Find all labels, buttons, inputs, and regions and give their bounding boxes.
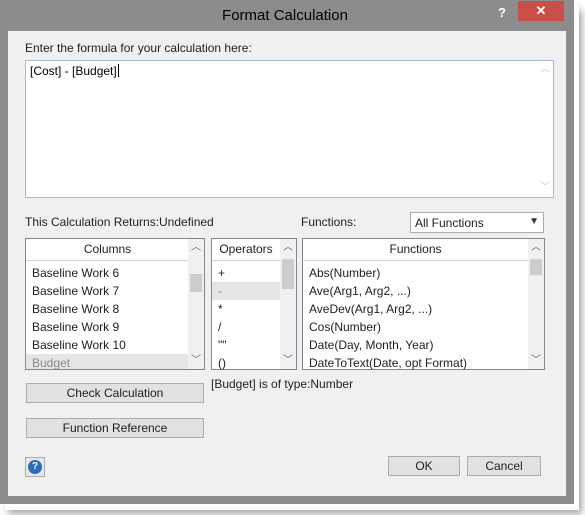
- scroll-down-icon[interactable]: ﹀: [537, 182, 553, 194]
- list-item[interactable]: Date(Day, Month, Year): [303, 336, 528, 354]
- list-item[interactable]: "": [212, 336, 280, 354]
- scroll-down-icon[interactable]: ﹀: [280, 355, 296, 367]
- formula-text: [Cost] - [Budget]: [30, 64, 117, 78]
- scroll-up-icon[interactable]: ︿: [188, 242, 204, 254]
- list-item[interactable]: /: [212, 318, 280, 336]
- returns-value: Undefined: [159, 215, 214, 229]
- operators-header: Operators: [212, 239, 280, 261]
- help-icon: ?: [28, 460, 42, 474]
- functions-filter-label: Functions:: [301, 215, 357, 229]
- columns-scrollbar[interactable]: ︿ ﹀: [188, 239, 204, 369]
- formula-editor[interactable]: [Cost] - [Budget] ︿ ﹀: [25, 60, 554, 198]
- check-calculation-button[interactable]: Check Calculation: [26, 383, 204, 403]
- type-info: [Budget] is of type:Number: [211, 377, 354, 391]
- list-item[interactable]: (): [212, 354, 280, 370]
- scroll-thumb[interactable]: [530, 259, 542, 275]
- list-item[interactable]: AveDev(Arg1, Arg2, ...): [303, 300, 528, 318]
- list-item-selected[interactable]: -: [212, 282, 280, 300]
- dialog-title: Format Calculation: [222, 7, 348, 24]
- chevron-down-icon: ▼: [529, 216, 539, 227]
- title-bar[interactable]: Format Calculation ? ✕: [0, 0, 574, 31]
- functions-header: Functions: [303, 239, 528, 261]
- function-reference-button[interactable]: Function Reference: [26, 418, 204, 438]
- columns-header: Columns: [26, 239, 189, 261]
- functions-filter-select[interactable]: All Functions ▼: [410, 212, 544, 233]
- scroll-up-icon[interactable]: ︿: [280, 242, 296, 254]
- scroll-down-icon[interactable]: ﹀: [528, 355, 544, 367]
- list-item[interactable]: Baseline Work 6: [26, 264, 189, 282]
- scroll-up-icon[interactable]: ︿: [528, 242, 544, 254]
- list-item[interactable]: Cos(Number): [303, 318, 528, 336]
- list-item[interactable]: *: [212, 300, 280, 318]
- scroll-down-icon[interactable]: ﹀: [188, 355, 204, 367]
- scroll-thumb[interactable]: [190, 274, 202, 292]
- close-button[interactable]: ✕: [518, 1, 564, 21]
- operators-scrollbar[interactable]: ︿ ﹀: [280, 239, 296, 369]
- list-item[interactable]: Baseline Work 7: [26, 282, 189, 300]
- list-item[interactable]: DateToText(Date, opt Format): [303, 354, 528, 370]
- columns-list[interactable]: Columns Baseline Work 6 Baseline Work 7 …: [25, 238, 205, 370]
- list-item[interactable]: Baseline Work 9: [26, 318, 189, 336]
- scroll-up-icon[interactable]: ︿: [537, 64, 553, 76]
- format-calculation-dialog: Format Calculation ? ✕ Enter the formula…: [0, 0, 574, 504]
- list-item-selected[interactable]: Budget: [26, 354, 189, 370]
- functions-scrollbar[interactable]: ︿ ﹀: [528, 239, 544, 369]
- list-item[interactable]: Ave(Arg1, Arg2, ...): [303, 282, 528, 300]
- formula-scrollbar[interactable]: ︿ ﹀: [537, 61, 553, 197]
- ok-button[interactable]: OK: [388, 456, 460, 476]
- list-item[interactable]: Abs(Number): [303, 264, 528, 282]
- formula-prompt: Enter the formula for your calculation h…: [25, 41, 252, 55]
- cancel-button[interactable]: Cancel: [467, 456, 541, 476]
- functions-filter-value: All Functions: [415, 216, 484, 230]
- functions-list[interactable]: Functions Abs(Number) Ave(Arg1, Arg2, ..…: [302, 238, 545, 370]
- scroll-thumb[interactable]: [282, 259, 294, 289]
- operators-list[interactable]: Operators + - * / "" () ︿ ﹀: [211, 238, 297, 370]
- text-caret: [117, 64, 119, 77]
- list-item[interactable]: +: [212, 264, 280, 282]
- help-title-button[interactable]: ?: [491, 4, 513, 22]
- help-button[interactable]: ?: [25, 457, 45, 477]
- list-item[interactable]: Baseline Work 10: [26, 336, 189, 354]
- dialog-body: Enter the formula for your calculation h…: [8, 31, 566, 496]
- list-item[interactable]: Baseline Work 8: [26, 300, 189, 318]
- returns-label: This Calculation Returns:: [25, 215, 160, 229]
